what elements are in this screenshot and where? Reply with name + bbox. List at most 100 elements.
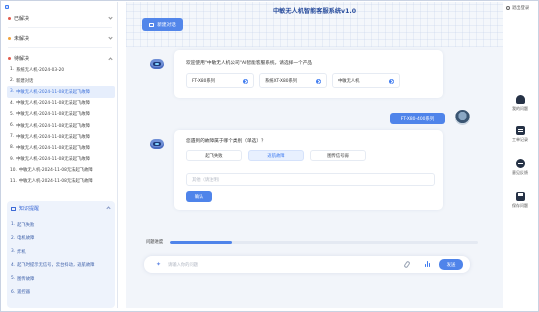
knowledge-index: 1.: [11, 222, 16, 228]
chat-area: 中敏无人机智能客服系统v1.0 新建对话 欢迎使用"中敏无人机公司"AI智能客服…: [126, 2, 503, 308]
user-icon: [515, 95, 525, 104]
history-index: 7.: [10, 134, 15, 140]
header: 中敏无人机智能客服系统v1.0 新建对话: [126, 2, 503, 47]
chevron-up-icon[interactable]: [106, 206, 111, 211]
history-text: 中敏无人机-2024-11-08无法起飞故障: [16, 101, 90, 107]
choice-option[interactable]: 起飞失败: [186, 150, 242, 161]
history-index: 6.: [10, 123, 15, 129]
knowledge-item[interactable]: 2. 电机故障: [11, 232, 113, 246]
tool-ticket-records[interactable]: 工单记录: [503, 126, 537, 143]
history-item[interactable]: 1. 系统无人机-2024-03-20: [7, 64, 115, 75]
history-item[interactable]: 4. 中敏无人机-2024-11-08无法起飞故障: [7, 98, 115, 109]
right-toolbar: 退出登录 我的问题 工单记录 意见反馈 保存问题: [503, 2, 537, 308]
history-item[interactable]: 10. 中敏无人机-2024-11-08无法起飞故障: [7, 165, 115, 176]
divider: [8, 27, 112, 28]
app-title: 中敏无人机智能客服系统v1.0: [272, 8, 357, 15]
question-card: 您遇到的故障属于哪个类别（单选）？ 起飞失败 返航故障 图传信号弱 其他（请注明…: [174, 130, 443, 210]
voice-icon[interactable]: [425, 260, 432, 269]
knowledge-item[interactable]: 4. 起飞时提示无信号，云台抖动，返航故障: [11, 259, 113, 273]
confirm-button[interactable]: 确认: [186, 191, 212, 202]
document-icon: [515, 126, 525, 135]
progress-bar: [170, 241, 478, 244]
status-dot-icon: [8, 57, 11, 60]
user-avatar: [455, 110, 470, 125]
history-text: 中敏无人机-2024-11-08无法起飞故障: [18, 179, 93, 185]
chat-input-bar: ✦ 请输入你的问题 发送: [144, 256, 470, 273]
product-option[interactable]: 中敏无人机: [332, 73, 400, 88]
history-item[interactable]: 8. 中敏无人机-2024-11-08无法起飞故障: [7, 142, 115, 153]
section-unresolved-label: 未解决: [14, 36, 30, 42]
history-item[interactable]: 7. 中敏无人机-2024-11-08无法起飞故障: [7, 131, 115, 142]
chevron-up-icon: [108, 57, 113, 62]
history-index: 11.: [10, 178, 17, 184]
history-text: 系统无人机-2024-03-20: [16, 67, 65, 73]
product-option[interactable]: 系统XT-X80系列: [259, 73, 327, 88]
tool-label: 我的问题: [512, 106, 528, 111]
bot-avatar-icon: [150, 139, 164, 149]
tool-label: 保存问题: [512, 203, 528, 208]
product-option[interactable]: FT-X80系列: [186, 73, 254, 88]
knowledge-text: 电机故障: [17, 236, 35, 242]
section-pending-label: 待解决: [14, 56, 30, 62]
status-dot-icon: [8, 37, 11, 40]
arrow-right-icon: [316, 78, 321, 84]
chat-input[interactable]: 请输入你的问题: [168, 256, 198, 273]
book-icon: [11, 206, 16, 211]
logout-icon: [506, 6, 510, 10]
welcome-card: 欢迎使用"中敏无人机公司"AI智能客服系统，请选择一个产品 FT-X80系列 系…: [174, 50, 443, 98]
logo-icon: [5, 5, 9, 9]
other-input[interactable]: 其他（请注明）: [186, 173, 435, 186]
sidebar: 已解决 未解决 待解决 1. 系统无人机-2024-03-20 2. 新建对话 3.…: [2, 2, 118, 308]
history-item[interactable]: 6. 中敏无人机-2024-11-08无法起飞故障: [7, 120, 115, 131]
history-item[interactable]: 2. 新建对话: [7, 75, 115, 86]
choice-group: 起飞失败 返航故障 图传信号弱: [186, 150, 366, 161]
product-label: FT-X80系列: [192, 78, 215, 84]
feedback-icon: [515, 159, 525, 168]
new-chat-label: 新建对话: [157, 22, 176, 28]
tool-feedback[interactable]: 意见反馈: [503, 159, 537, 176]
progress-label: 问题进度: [146, 240, 164, 245]
history-text: 新建对话: [16, 78, 34, 84]
new-chat-button[interactable]: 新建对话: [142, 18, 183, 31]
history-item[interactable]: 11. 中敏无人机-2024-11-08无法起飞故障: [7, 176, 115, 187]
section-resolved[interactable]: 已解决: [2, 12, 117, 25]
history-index: 4.: [10, 100, 15, 106]
history-index: 5.: [10, 111, 15, 117]
choice-option[interactable]: 图传信号弱: [310, 150, 366, 161]
chevron-down-icon: [108, 15, 113, 20]
history-item-active[interactable]: 3. 中敏无人机-2024-11-08无法起飞故障: [7, 86, 115, 98]
tool-save[interactable]: 保存问题: [503, 192, 537, 209]
history-text: 中敏无人机-2024-11-08无法起飞故障: [16, 157, 90, 163]
history-index: 10.: [10, 167, 17, 173]
knowledge-list: 1. 起飞失败 2. 电机故障 3. 炸机 4. 起飞时提示无信号，云台抖动，返航故障 …: [11, 218, 113, 299]
send-button[interactable]: 发送: [439, 259, 463, 270]
attachment-icon[interactable]: [403, 260, 411, 269]
chevron-down-icon: [108, 35, 113, 40]
knowledge-title[interactable]: 知识提醒: [11, 205, 39, 212]
history-item[interactable]: 5. 中敏无人机-2024-11-08无法起飞故障: [7, 109, 115, 120]
new-chat-icon: [149, 22, 155, 27]
knowledge-panel: 知识提醒 1. 起飞失败 2. 电机故障 3. 炸机 4. 起飞时提示无信号，云台抖动，…: [7, 201, 115, 308]
knowledge-index: 3.: [11, 249, 16, 255]
history-text: 中敏无人机-2024-11-08无法起飞故障: [16, 112, 90, 118]
history-text: 中敏无人机-2024-11-08无法起飞故障: [16, 145, 90, 151]
history-item[interactable]: 9. 中敏无人机-2024-11-08无法起飞故障: [7, 154, 115, 165]
history-text: 中敏无人机-2024-11-08无法起飞故障: [18, 168, 93, 174]
bot-avatar-icon: [150, 59, 164, 69]
history-text: 中敏无人机-2024-11-08无法起飞故障: [16, 123, 90, 129]
section-resolved-label: 已解决: [14, 16, 30, 22]
tool-my-questions[interactable]: 我的问题: [503, 95, 537, 112]
product-options: FT-X80系列 系统XT-X80系列 中敏无人机: [186, 73, 400, 88]
status-dot-icon: [8, 17, 11, 20]
knowledge-item[interactable]: 5. 图传故障: [11, 272, 113, 286]
section-unresolved[interactable]: 未解决: [2, 32, 117, 45]
knowledge-text: 炸机: [17, 249, 26, 255]
knowledge-item[interactable]: 6. 遥控器: [11, 286, 113, 300]
knowledge-item[interactable]: 1. 起飞失败: [11, 218, 113, 232]
user-message: FT-X80-400系列: [390, 113, 445, 124]
choice-option-selected[interactable]: 返航故障: [248, 150, 304, 161]
logout-button[interactable]: 退出登录: [506, 5, 529, 11]
knowledge-text: 起飞时提示无信号，云台抖动，返航故障: [17, 263, 95, 269]
history-list: 1. 系统无人机-2024-03-20 2. 新建对话 3. 中敏无人机-2024-1…: [7, 64, 115, 187]
knowledge-item[interactable]: 3. 炸机: [11, 245, 113, 259]
